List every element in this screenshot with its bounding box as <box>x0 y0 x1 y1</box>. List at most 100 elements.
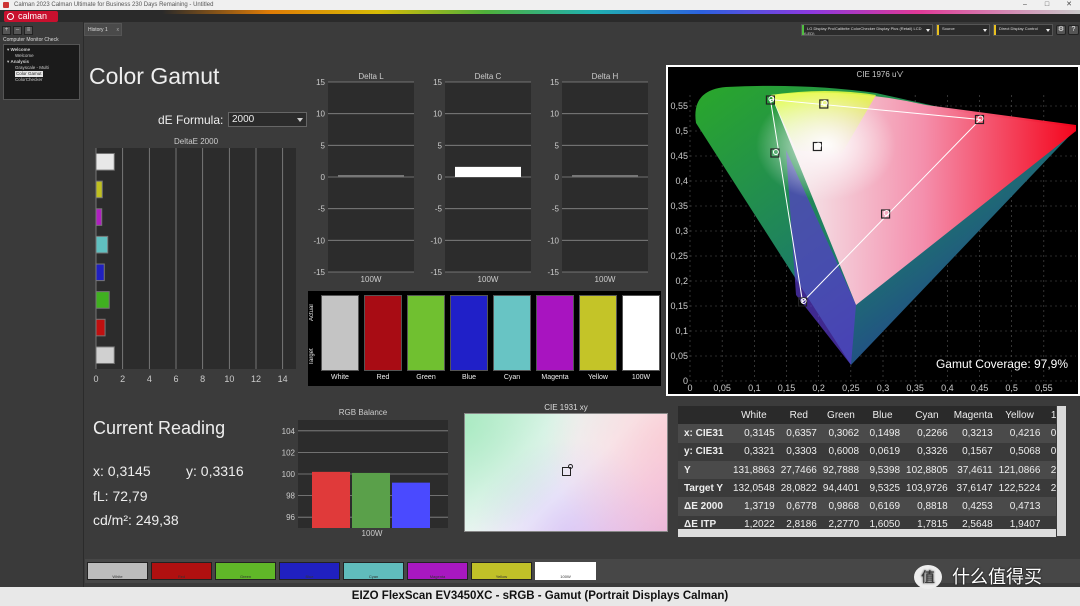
table-row-header: Y <box>678 460 730 480</box>
table-cell: 0,3145 <box>730 424 778 443</box>
table-vertical-scrollbar[interactable] <box>1057 406 1066 536</box>
calman-logo-text: calman <box>18 11 48 21</box>
calman-logo-icon <box>7 13 14 20</box>
table-cell: 37,6147 <box>950 479 996 498</box>
table-row: ΔE 2000 1,3719 0,6778 0,9868 0,6169 0,8818 0,4… <box>678 497 1056 516</box>
cie1931-plot <box>464 413 668 532</box>
swatch-label: Red <box>177 574 186 579</box>
chevron-down-icon <box>983 29 987 32</box>
deltae-tick-label: 8 <box>200 374 205 384</box>
tab-history-label: History 1 <box>88 27 108 33</box>
rgb-tick-label: 96 <box>286 513 295 522</box>
table-cell: 0,3062 <box>819 424 863 443</box>
cie-y-tick: 0 <box>683 376 688 386</box>
cie-x-tick: 0,55 <box>1035 383 1053 393</box>
cie-x-tick: 0,45 <box>971 383 989 393</box>
patch-cyan <box>493 295 531 371</box>
table-horizontal-scrollbar[interactable] <box>678 529 1056 537</box>
delta-tick-label: -5 <box>552 205 560 214</box>
watermark: 值 什么值得买 <box>912 562 1080 592</box>
delta-tick-label: -5 <box>435 205 443 214</box>
swatch-magenta[interactable]: Magenta <box>407 562 468 580</box>
delta-tick-label: -10 <box>547 236 559 245</box>
deltae-plot-area <box>96 148 296 369</box>
swatch-green[interactable]: Green <box>215 562 276 580</box>
delta-xlabel: 100W <box>595 275 616 284</box>
workflow-menu-button[interactable]: ≡ <box>24 26 33 35</box>
delta-xlabel: 100W <box>478 275 499 284</box>
delta-tick-label: -15 <box>430 268 442 277</box>
patch-label: Cyan <box>503 374 521 381</box>
delta-chart-title: Delta L <box>358 72 384 81</box>
table-cell: 102,8805 <box>903 460 951 480</box>
tree-item-colorchecker[interactable]: ColorChecker <box>7 77 76 83</box>
swatch-100w[interactable]: 100W <box>535 562 596 580</box>
de-formula-select[interactable]: 2000 <box>228 112 307 127</box>
table-cell: 1,3719 <box>730 497 778 516</box>
table-cell: 0,6008 <box>819 442 863 461</box>
chevron-down-icon <box>1046 29 1050 32</box>
chevron-down-icon <box>926 29 930 32</box>
reading-y: y: 0,3316 <box>186 463 244 479</box>
maximize-button[interactable]: □ <box>1036 0 1058 10</box>
calman-logo[interactable]: calman <box>4 11 58 22</box>
table-cell: 0,3321 <box>730 442 778 461</box>
meter-source-select[interactable]: LG Display Pro/Calibrite ColorChecker Di… <box>801 24 933 36</box>
table-cell: 27,7466 <box>777 460 820 480</box>
swatch-white[interactable]: White <box>87 562 148 580</box>
minimize-button[interactable]: – <box>1014 0 1036 10</box>
watermark-logo-icon: 值 <box>914 565 942 589</box>
tab-history-1[interactable]: History 1 x <box>84 23 122 36</box>
swatch-blue[interactable]: Blue <box>279 562 340 580</box>
table-header-cell: Magenta <box>950 406 996 425</box>
pattern-source-select[interactable]: Source <box>936 24 990 36</box>
swatch-label: Green <box>239 574 252 579</box>
table-header-cell: Yellow <box>995 406 1044 425</box>
help-button[interactable]: ? <box>1068 25 1079 35</box>
swatch-yellow[interactable]: Yellow <box>471 562 532 580</box>
table-header-cell: Green <box>819 406 863 425</box>
window-title: Calman 2023 Calman Ultimate for Business… <box>14 2 214 8</box>
cie-x-tick: 0,35 <box>906 383 924 393</box>
table-cell: 0,3145 <box>1043 424 1056 443</box>
swatch-red[interactable]: Red <box>151 562 212 580</box>
delta-tick-label: 5 <box>321 141 326 150</box>
table-cell: 103,9726 <box>903 479 951 498</box>
table-cell: 9,5325 <box>862 479 904 498</box>
swatch-cyan[interactable]: Cyan <box>343 562 404 580</box>
delta-tick-label: 0 <box>438 173 443 182</box>
patch-label: Blue <box>461 374 476 381</box>
delta-tick-label: -15 <box>313 268 325 277</box>
table-header-row: WhiteRedGreenBlueCyanMagentaYellow100W <box>678 406 1056 425</box>
patch-red <box>364 295 402 371</box>
deltae-tick-label: 6 <box>173 374 178 384</box>
actual-label: Actual <box>309 304 315 322</box>
patch-data-table[interactable]: WhiteRedGreenBlueCyanMagentaYellow100Wx:… <box>678 406 1056 536</box>
actual-target-panel: Actual Target White Red Green Blue Cyan Magen… <box>308 291 661 386</box>
workflow-title: Computer Monitor Check <box>3 37 59 43</box>
deltae-bar-red <box>95 318 106 337</box>
cie-x-tick: 0,05 <box>713 383 731 393</box>
cie-x-tick: 0 <box>687 383 692 393</box>
tab-close-icon[interactable]: x <box>117 24 120 36</box>
cie1976-chart: CIE 1976 u'v' 0 0,05 0,1 0,15 0,2 0,25 0,3 0,35… <box>666 65 1080 396</box>
table-cell: 132,0548 <box>730 479 778 498</box>
rgb-balance-chart: RGB Balance 104 102 100 98 96 100W <box>282 408 448 538</box>
table-cell: 131,8863 <box>730 460 778 480</box>
swatch-label: Yellow <box>495 574 508 579</box>
patch-label: Green <box>416 374 436 381</box>
table-cell: 0,6778 <box>777 497 820 516</box>
deltae-bar-green <box>95 291 110 309</box>
display-control-select[interactable]: Direct Display Control <box>993 24 1053 36</box>
settings-button[interactable]: ⚙ <box>1056 25 1066 35</box>
patch-label: Yellow <box>588 374 608 381</box>
deltae-chart: DeltaE 2000 0 2 4 6 8 10 12 14 <box>93 137 296 384</box>
close-window-button[interactable]: ✕ <box>1058 0 1080 10</box>
target-label: Target <box>309 348 315 366</box>
workflow-add-button[interactable]: + <box>2 26 11 35</box>
delta-xlabel: 100W <box>361 275 382 284</box>
table-cell: 9,5398 <box>862 460 904 480</box>
deltae-bar-100w <box>95 346 115 364</box>
cie1976-title: CIE 1976 u'v' <box>856 70 904 79</box>
workflow-remove-button[interactable]: – <box>13 26 22 35</box>
